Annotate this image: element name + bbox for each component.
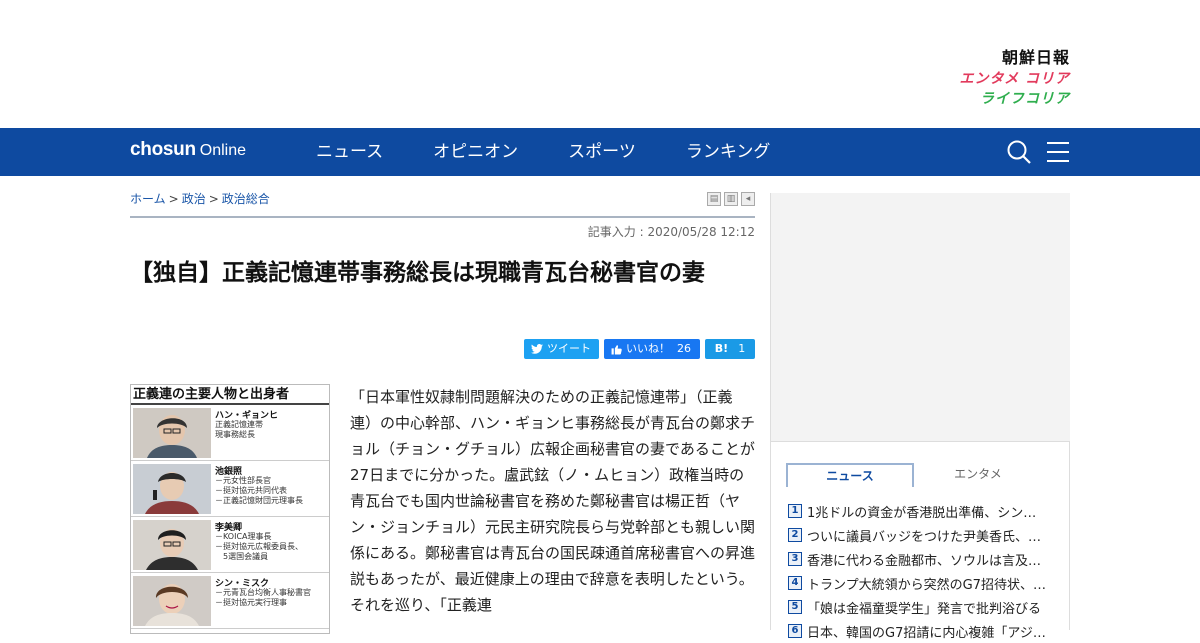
rank-headline: 香港に代わる金融都市、ソウルは言及すらなし	[807, 553, 1047, 569]
brand-links: 朝鮮日報 エンタメ コリア ライフコリア	[960, 44, 1070, 107]
share-buttons: ツイート いいね！ 26 B! 1	[524, 339, 755, 359]
tweet-label: ツイート	[547, 342, 591, 355]
hatena-label: B!	[714, 342, 729, 355]
rank-headline: トランプ大統領から突然のG7招待状、韓国は	[807, 577, 1047, 593]
rank-number: 4	[788, 576, 802, 590]
breadcrumb-home[interactable]: ホーム	[130, 192, 166, 206]
site-logo[interactable]: chosun Online	[130, 139, 246, 161]
breadcrumb-politics-general[interactable]: 政治総合	[222, 192, 270, 206]
list-item[interactable]: 5 「娘は金福童奨学生」発言で批判浴びる	[788, 595, 1053, 619]
person-photo	[133, 464, 211, 514]
life-korea-link[interactable]: ライフコリア	[960, 88, 1070, 107]
like-count: 26	[677, 342, 691, 355]
print-icon[interactable]: ▤	[707, 192, 721, 206]
breadcrumb-separator: >	[168, 192, 179, 206]
entame-korea-link[interactable]: エンタメ コリア	[960, 68, 1070, 87]
menu-icon[interactable]	[1046, 139, 1070, 165]
hatena-count: 1	[738, 342, 746, 355]
article-tools: ▤ ▥ ◂	[707, 192, 755, 206]
person-description: －KOICA理事長 －挺対協元広報委員長、 5選国会議員	[215, 532, 303, 561]
ranking-tabs: ニュース エンタメ	[786, 463, 1042, 487]
breadcrumb-politics[interactable]: 政治	[182, 192, 206, 206]
list-item[interactable]: 6 日本、韓国のG7招請に内心複雑「アジア唯一	[788, 619, 1053, 643]
main-navbar: chosun Online ニュース オピニオン スポーツ ランキング	[0, 128, 1200, 176]
rank-number: 5	[788, 600, 802, 614]
rank-headline: 「娘は金福童奨学生」発言で批判浴びる	[807, 601, 1042, 617]
top-brand-area: 朝鮮日報 エンタメ コリア ライフコリア	[0, 0, 1200, 128]
twitter-bird-icon	[531, 344, 543, 354]
person-photo	[133, 408, 211, 458]
rank-headline: 日本、韓国のG7招請に内心複雑「アジア唯一	[807, 625, 1047, 641]
rank-headline: ついに議員バッジをつけた尹美香氏、沈黙	[807, 529, 1047, 545]
like-button[interactable]: いいね！ 26	[604, 339, 700, 359]
breadcrumb-separator: >	[208, 192, 219, 206]
list-item[interactable]: 1 1兆ドルの資金が香港脱出準備、シンガポールへ	[788, 499, 1053, 523]
figure-person: 池銀照 －元女性部長官 －挺対協元共同代表 －正義記憶財団元理事長	[131, 461, 329, 517]
logo-sub-text: Online	[199, 142, 247, 159]
person-photo	[133, 576, 211, 626]
rank-number: 2	[788, 528, 802, 542]
header-divider	[130, 216, 755, 218]
person-description: －元女性部長官 －挺対協元共同代表 －正義記憶財団元理事長	[215, 476, 303, 505]
person-photo	[133, 520, 211, 570]
nav-item-ranking[interactable]: ランキング	[686, 128, 771, 176]
nav-menu: ニュース オピニオン スポーツ ランキング	[316, 128, 820, 176]
rank-number: 3	[788, 552, 802, 566]
thumbs-up-icon	[611, 344, 622, 354]
tweet-button[interactable]: ツイート	[524, 339, 599, 359]
search-icon[interactable]	[1006, 139, 1032, 165]
list-item[interactable]: 4 トランプ大統領から突然のG7招待状、韓国は	[788, 571, 1053, 595]
sidebar: ニュース エンタメ 1 1兆ドルの資金が香港脱出準備、シンガポールへ 2 ついに…	[770, 193, 1070, 641]
logo-main-text: chosun	[130, 139, 196, 160]
figure-person: ハン・ギョンヒ 正義記憶連帯 現事務総長	[131, 405, 329, 461]
ranking-list: 1 1兆ドルの資金が香港脱出準備、シンガポールへ 2 ついに議員バッジをつけた尹…	[788, 499, 1053, 643]
tab-entame[interactable]: エンタメ	[914, 463, 1042, 487]
figure-title: 正義連の主要人物と出身者	[131, 385, 329, 405]
article-dateline: 記事入力 : 2020/05/28 12:12	[587, 225, 755, 239]
tab-news[interactable]: ニュース	[786, 463, 914, 487]
rank-number: 1	[788, 504, 802, 518]
figure-person: シン・ミスク －元青瓦台均衡人事秘書官 －挺対協元実行理事	[131, 573, 329, 629]
article-headline: 【独自】正義記憶連帯事務総長は現職青瓦台秘書官の妻	[130, 260, 705, 286]
person-description: －元青瓦台均衡人事秘書官 －挺対協元実行理事	[215, 588, 311, 607]
like-label: いいね！	[626, 342, 670, 355]
article-figure[interactable]: 正義連の主要人物と出身者 ハン・ギョンヒ 正義記憶連帯 現事務総長 池銀照 －元…	[130, 384, 330, 634]
rank-headline: 1兆ドルの資金が香港脱出準備、シンガポールへ	[807, 505, 1047, 521]
list-item[interactable]: 2 ついに議員バッジをつけた尹美香氏、沈黙	[788, 523, 1053, 547]
nav-item-sports[interactable]: スポーツ	[568, 128, 636, 176]
person-description: 正義記憶連帯 現事務総長	[215, 420, 263, 439]
list-item[interactable]: 3 香港に代わる金融都市、ソウルは言及すらなし	[788, 547, 1053, 571]
ad-placeholder	[771, 193, 1070, 442]
nav-icons	[1006, 139, 1070, 165]
text-size-icon[interactable]: ▥	[724, 192, 738, 206]
chosun-ilbo-link[interactable]: 朝鮮日報	[960, 44, 1070, 67]
article-content: ホーム > 政治 > 政治総合 ▤ ▥ ◂ 記事入力 : 2020/05/28 12:1…	[130, 176, 756, 634]
hatena-bookmark-button[interactable]: B! 1	[705, 339, 755, 359]
article-body: 「日本軍性奴隷制問題解決のための正義記憶連帯」（正義連）の中心幹部、ハン・ギョン…	[350, 388, 756, 614]
nav-item-news[interactable]: ニュース	[316, 128, 383, 176]
nav-item-opinion[interactable]: オピニオン	[433, 128, 518, 176]
figure-person: 李美卿 －KOICA理事長 －挺対協元広報委員長、 5選国会議員	[131, 517, 329, 573]
breadcrumb: ホーム > 政治 > 政治総合	[130, 190, 270, 207]
rank-number: 6	[788, 624, 802, 638]
back-arrow-icon[interactable]: ◂	[741, 192, 755, 206]
